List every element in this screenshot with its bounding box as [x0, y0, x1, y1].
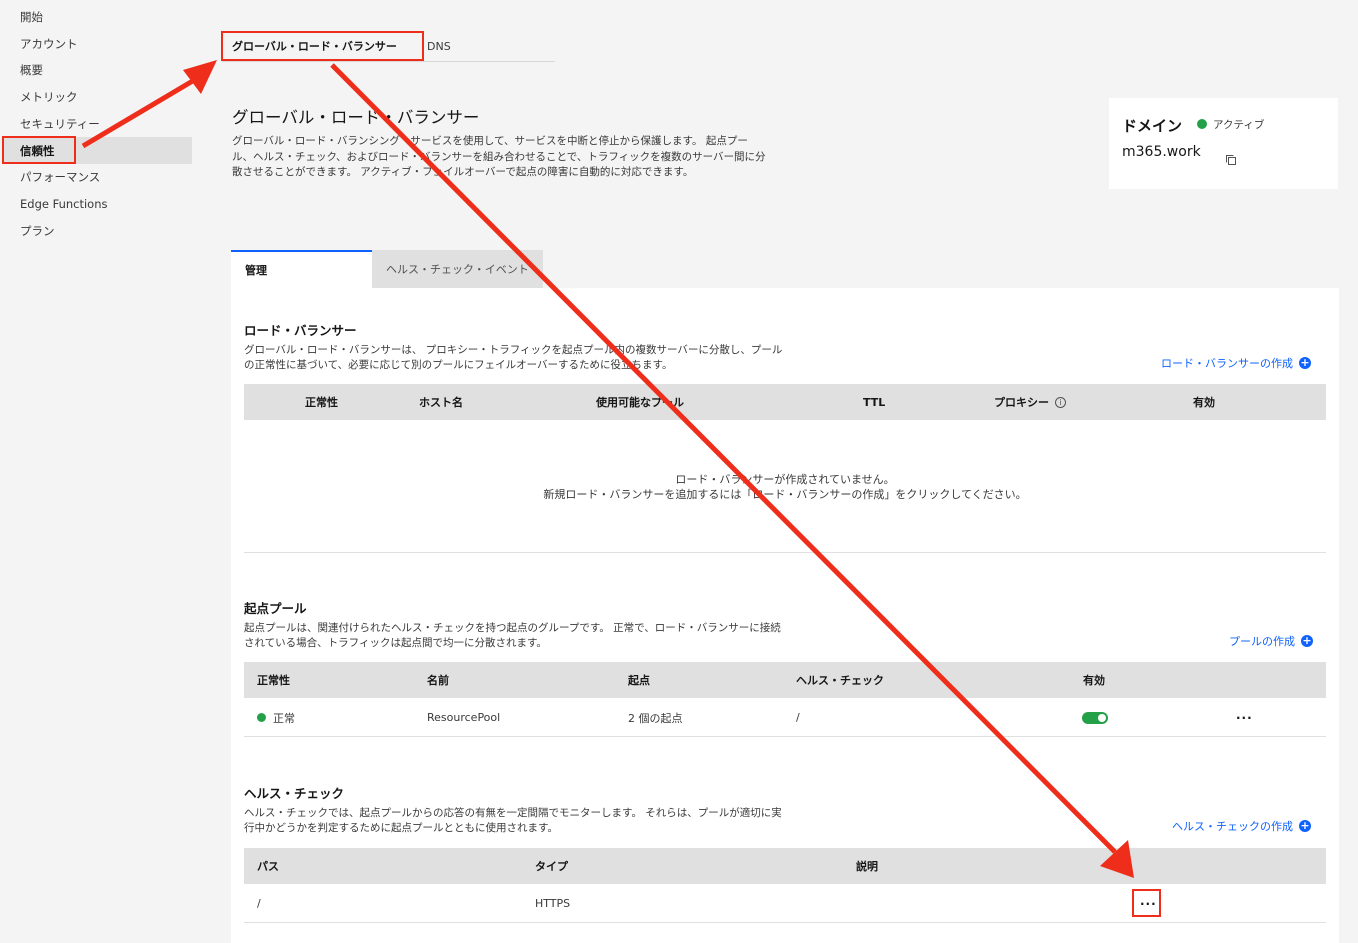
toggle-switch[interactable]: [1082, 711, 1108, 724]
pool-health-check: /: [796, 711, 800, 724]
copy-icon[interactable]: [1225, 154, 1237, 166]
pool-name[interactable]: ResourcePool: [427, 698, 500, 737]
col-proxy[interactable]: プロキシー i: [994, 384, 1066, 420]
annotation-box-tab: [221, 31, 424, 61]
pool-origins: 2 個の起点: [628, 711, 683, 725]
domain-status: アクティブ: [1213, 119, 1265, 131]
table-row: 正常 ResourcePool 2 個の起点 / ···: [244, 698, 1326, 737]
create-pool-link[interactable]: プールの作成 +: [1229, 633, 1313, 649]
healthy-status-icon: [257, 713, 266, 722]
table-row: / HTTPS ···: [244, 884, 1326, 923]
overflow-menu-icon[interactable]: ···: [1236, 711, 1253, 725]
origin-pool-table-header: 正常性 名前 起点 ヘルス・チェック 有効: [244, 662, 1326, 698]
col-description[interactable]: 説明: [856, 848, 878, 884]
pool-health-label: 正常: [273, 711, 295, 725]
sidebar-item-metrics[interactable]: メトリック: [2, 83, 192, 110]
create-pool-label: プールの作成: [1229, 635, 1295, 648]
add-circle-icon: +: [1301, 634, 1313, 647]
add-circle-icon: +: [1299, 819, 1311, 832]
status-dot: [1197, 119, 1207, 129]
add-circle-icon: +: [1299, 356, 1311, 369]
col-proxy-label: プロキシー: [994, 396, 1049, 409]
domain-label: ドメイン: [1122, 117, 1183, 135]
domain-name: m365.work: [1122, 144, 1201, 160]
col-enabled[interactable]: 有効: [1193, 384, 1215, 420]
tab-dns[interactable]: DNS: [427, 32, 451, 60]
sidebar-item-account[interactable]: アカウント: [2, 30, 192, 57]
col-health[interactable]: 正常性: [305, 384, 338, 420]
pool-overflow-menu[interactable]: ···: [1236, 698, 1253, 737]
annotation-box-overflow: [1132, 889, 1161, 917]
health-check-section-title: ヘルス・チェック: [244, 786, 345, 801]
sidebar-item-start[interactable]: 開始: [2, 3, 192, 30]
empty-state-line1: ロード・バランサーが作成されていません。: [675, 473, 895, 486]
col-available-pools[interactable]: 使用可能なプール: [596, 384, 684, 420]
load-balancer-description: グローバル・ロード・バランサーは、 プロキシー・トラフィックを起点プール内の複数…: [244, 344, 783, 371]
sidebar-item-overview[interactable]: 概要: [2, 56, 192, 83]
col-enabled[interactable]: 有効: [1083, 662, 1105, 698]
health-check-table-header: パス タイプ 説明: [244, 848, 1326, 884]
col-path[interactable]: パス: [257, 848, 279, 884]
health-check-type: HTTPS: [535, 897, 571, 910]
domain-card: ドメイン アクティブ m365.work: [1109, 98, 1338, 189]
load-balancer-empty-state: ロード・バランサーが作成されていません。 新規ロード・バランサーを追加するには「…: [244, 421, 1326, 553]
tab-manage[interactable]: 管理: [231, 250, 372, 288]
origin-pool-description: 起点プールは、関連付けられたヘルス・チェックを持つ起点のグループです。 正常で、…: [244, 622, 781, 649]
page-title: グローバル・ロード・バランサー: [232, 108, 480, 127]
pool-health: 正常: [257, 698, 295, 737]
sidebar-item-performance[interactable]: パフォーマンス: [2, 163, 192, 190]
sidebar-item-plan[interactable]: プラン: [2, 217, 192, 244]
pool-enabled-toggle[interactable]: [1082, 698, 1108, 737]
origin-pool-section-title: 起点プール: [244, 601, 307, 616]
tab-health-check-events[interactable]: ヘルス・チェック・イベント: [372, 250, 543, 288]
col-origins[interactable]: 起点: [628, 662, 650, 698]
annotation-box-sidebar: [2, 136, 76, 164]
create-load-balancer-label: ロード・バランサーの作成: [1161, 357, 1293, 370]
col-ttl[interactable]: TTL: [863, 384, 885, 420]
empty-state-line2: 新規ロード・バランサーを追加するには「ロード・バランサーの作成」をクリックしてく…: [543, 488, 1027, 501]
sidebar-item-edge-functions[interactable]: Edge Functions: [2, 190, 192, 217]
col-health-check[interactable]: ヘルス・チェック: [796, 662, 884, 698]
col-hostname[interactable]: ホスト名: [419, 384, 463, 420]
info-icon[interactable]: i: [1055, 396, 1066, 408]
col-type[interactable]: タイプ: [535, 848, 568, 884]
create-load-balancer-link[interactable]: ロード・バランサーの作成 +: [1161, 355, 1311, 371]
page-description: グローバル・ロード・バランシング・サービスを使用して、サービスを中断と停止から保…: [232, 135, 766, 178]
load-balancer-table-header: 正常性 ホスト名 使用可能なプール TTL プロキシー i 有効: [244, 384, 1326, 420]
col-health[interactable]: 正常性: [257, 662, 290, 698]
sidebar-item-security[interactable]: セキュリティー: [2, 110, 192, 137]
create-health-check-link[interactable]: ヘルス・チェックの作成 +: [1172, 818, 1311, 834]
col-name[interactable]: 名前: [427, 662, 449, 698]
create-health-check-label: ヘルス・チェックの作成: [1172, 820, 1293, 833]
load-balancer-section-title: ロード・バランサー: [244, 323, 357, 338]
health-check-description: ヘルス・チェックでは、起点プールからの応答の有無を一定間隔でモニターします。 そ…: [244, 807, 782, 834]
health-check-path: /: [257, 897, 261, 910]
